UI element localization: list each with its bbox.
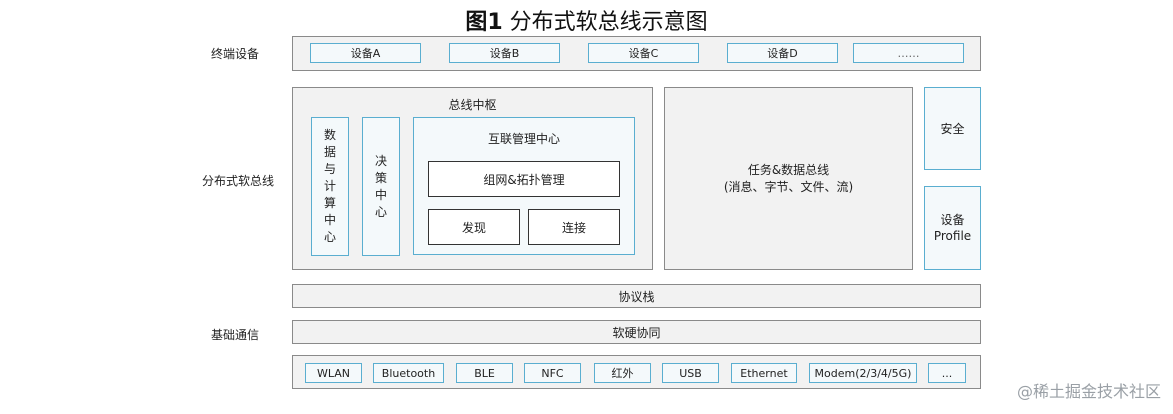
device-profile-line: 设备 — [940, 213, 965, 227]
data-compute-center: 数 据 与 计 算 中 心 — [311, 117, 349, 256]
decision-char: 策 — [374, 170, 387, 185]
protocol-box: BLE — [456, 363, 513, 383]
decision-char: 心 — [374, 204, 387, 219]
device-box: 设备D — [727, 43, 838, 63]
protocol-box-more: ... — [928, 363, 966, 383]
device-box-more: …… — [853, 43, 964, 63]
label-distributed-softbus: 分布式软总线 — [202, 174, 275, 188]
task-bus-subtitle: (消息、字节、文件、流) — [723, 179, 854, 194]
network-topology-box: 组网&拓扑管理 — [428, 161, 620, 197]
decision-char: 决 — [374, 153, 387, 168]
label-terminal-devices: 终端设备 — [211, 47, 260, 61]
protocol-stack-bar: 协议栈 — [292, 284, 981, 308]
protocol-box: Modem(2/3/4/5G) — [809, 363, 917, 383]
bus-hub-title: 总线中枢 — [448, 98, 497, 112]
device-profile-box: 设备 Profile — [924, 186, 981, 270]
task-bus-title: 任务&数据总线 — [747, 162, 830, 177]
data-compute-char: 中 — [323, 213, 336, 227]
data-compute-char: 心 — [323, 230, 336, 244]
data-compute-char: 与 — [323, 162, 336, 176]
protocol-box: WLAN — [305, 363, 362, 383]
protocol-box: Ethernet — [731, 363, 797, 383]
data-compute-char: 计 — [323, 179, 336, 193]
device-box: 设备A — [310, 43, 421, 63]
decision-center: 决 策 中 心 — [362, 117, 400, 256]
device-box: 设备B — [449, 43, 560, 63]
decision-char: 中 — [374, 187, 387, 202]
watermark-text: @稀土掘金技术社区 — [1016, 382, 1161, 401]
protocol-box: 红外 — [594, 363, 651, 383]
security-box: 安全 — [924, 87, 981, 170]
figure-caption: 分布式软总线示意图 — [502, 10, 708, 35]
data-compute-char: 数 — [323, 128, 336, 142]
label-basic-communication: 基础通信 — [211, 328, 260, 342]
connect-box: 连接 — [528, 209, 620, 245]
data-compute-char: 据 — [323, 145, 336, 159]
interconnect-title: 互联管理中心 — [487, 132, 560, 146]
protocol-box: USB — [662, 363, 719, 383]
figure-number: 图1 — [465, 10, 503, 35]
protocol-box: Bluetooth — [373, 363, 444, 383]
data-compute-char: 算 — [323, 196, 336, 210]
diagram-title: 图1 分布式软总线示意图 — [0, 4, 1173, 36]
device-profile-line: Profile — [933, 229, 972, 243]
hw-sw-collab-bar: 软硬协同 — [292, 320, 981, 344]
discover-box: 发现 — [428, 209, 520, 245]
protocol-box: NFC — [524, 363, 581, 383]
task-data-bus-panel: 任务&数据总线 (消息、字节、文件、流) — [664, 87, 913, 270]
device-box: 设备C — [588, 43, 699, 63]
